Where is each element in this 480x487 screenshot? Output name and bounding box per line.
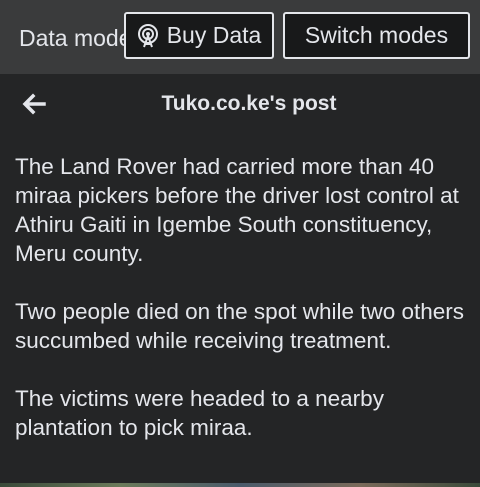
- buy-data-button[interactable]: Buy Data: [124, 12, 274, 59]
- buy-data-label: Buy Data: [166, 22, 262, 48]
- page-title: Tuko.co.ke's post: [161, 92, 337, 115]
- post-header: Tuko.co.ke's post: [0, 74, 480, 136]
- post-body: The Land Rover had carried more than 40 …: [15, 152, 467, 471]
- image-preview-edge: [0, 483, 480, 487]
- switch-modes-label: Switch modes: [304, 22, 449, 48]
- data-mode-bar: Data mode Buy Data Switch modes: [0, 0, 480, 74]
- post-paragraph: Two people died on the spot while two ot…: [15, 299, 465, 353]
- post-paragraph: The victims were headed to a nearby plan…: [15, 386, 384, 440]
- switch-modes-button[interactable]: Switch modes: [283, 12, 470, 59]
- data-mode-label: Data mode: [19, 25, 125, 51]
- broadcast-tower-icon: [137, 23, 159, 48]
- post-paragraph: The Land Rover had carried more than 40 …: [15, 154, 459, 266]
